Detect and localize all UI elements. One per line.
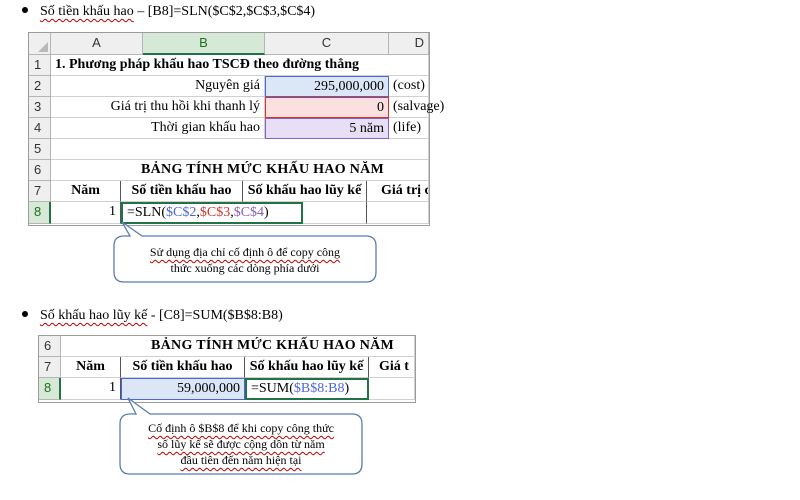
bullet-1-underlined-text: Số tiền khấu hao (40, 4, 134, 19)
cell-c8-empty[interactable] (303, 202, 367, 224)
cell-b8-amount[interactable]: 59,000,000 (121, 378, 245, 400)
cell-d2-note[interactable]: (cost) (389, 76, 429, 97)
header-so-khau-hao-luy-ke[interactable]: Số khấu hao lũy kế (243, 181, 367, 202)
cell-a8-year[interactable]: 1 (61, 378, 121, 400)
column-header-a[interactable]: A (51, 33, 143, 55)
callout-1-line-1: Sử dụng địa chỉ cố định ô để copy công (149, 245, 341, 259)
row-header-8[interactable]: 8 (29, 202, 51, 224)
header-so-khau-hao-luy-ke[interactable]: Số khấu hao lũy kế (245, 357, 369, 378)
row-header-7[interactable]: 7 (39, 357, 61, 378)
cell-b4-label[interactable]: Thời gian khấu hao (51, 118, 265, 139)
select-all-corner[interactable] (29, 33, 51, 55)
callout-1: Sử dụng địa chỉ cố định ô để copy công t… (110, 221, 380, 284)
cell-b3-label[interactable]: Giá trị thu hồi khi thanh lý (51, 97, 265, 118)
formula-prefix: =SUM( (251, 381, 294, 396)
header-nam[interactable]: Năm (61, 357, 121, 378)
cell-c2-cost[interactable]: 295,000,000 (265, 76, 389, 97)
row-header-6[interactable]: 6 (29, 160, 51, 181)
row-header-7[interactable]: 7 (29, 181, 51, 202)
row-header-2[interactable]: 2 (29, 76, 51, 97)
bullet-dot-icon (22, 6, 28, 13)
spreadsheet-2: 6 7 8 BẢNG TÍNH MỨC KHẤU HAO NĂM Năm Số … (38, 335, 416, 403)
bullet-line-1: Số tiền khấu hao – [B8]=SLN($C$2,$C$3,$C… (22, 4, 315, 20)
cell-d8-empty[interactable] (367, 202, 429, 224)
header-so-tien-khau-hao[interactable]: Số tiền khấu hao (121, 181, 243, 202)
header-gia-tri[interactable]: Giá t (369, 357, 415, 378)
formula-ref-range: $B$8:B8 (293, 381, 345, 396)
spreadsheet-1: A B C D 1 2 3 4 5 6 7 8 1. Phương pháp k… (28, 32, 444, 226)
row-header-4[interactable]: 4 (29, 118, 51, 139)
formula-suffix: ) (344, 381, 350, 396)
cell-c3-salvage[interactable]: 0 (265, 97, 389, 118)
callout-2-line-2: số lũy kế sẽ được cộng dồn từ năm (157, 437, 325, 451)
cell-a1-title[interactable]: 1. Phương pháp khấu hao TSCĐ theo đường … (51, 55, 429, 76)
column-header-c[interactable]: C (265, 33, 389, 55)
cell-row6-title[interactable]: BẢNG TÍNH MỨC KHẤU HAO NĂM (51, 160, 429, 181)
cell-a8-year[interactable]: 1 (51, 202, 121, 224)
bullet-dot-icon (22, 310, 28, 317)
cell-b2-label[interactable]: Nguyên giá (51, 76, 265, 97)
callout-2-line-3: đầu tiên đến năm hiện tại (180, 453, 302, 467)
formula-prefix: =SLN( (127, 205, 167, 220)
formula-ref-life: $C$4 (233, 205, 265, 220)
column-header-b[interactable]: B (143, 33, 265, 55)
cell-d8-empty[interactable] (369, 378, 415, 400)
header-so-tien-khau-hao[interactable]: Số tiền khấu hao (121, 357, 245, 378)
cell-d4-note[interactable]: (life) (389, 118, 429, 139)
bullet-2-underlined-text: Số khấu hao lũy kế (40, 308, 148, 323)
row-header-3[interactable]: 3 (29, 97, 51, 118)
cell-c4-life[interactable]: 5 năm (265, 118, 389, 139)
callout-1-line-2: thức xuống các dòng phía dưới (170, 261, 320, 275)
callout-2-line-1: Cố định ô $B$8 để khi copy công thức (148, 421, 334, 435)
column-header-d[interactable]: D (389, 33, 429, 55)
row-header-5[interactable]: 5 (29, 139, 51, 160)
cell-c8-formula[interactable]: =SUM($B$8:B8) (245, 378, 369, 400)
formula-suffix: ) (264, 205, 269, 220)
cell-row6-title[interactable]: BẢNG TÍNH MỨC KHẤU HAO NĂM (61, 336, 415, 357)
bullet-2-formula-text: - [C8]=SUM($B$8:B8) (147, 308, 283, 323)
header-nam[interactable]: Năm (51, 181, 121, 202)
row-header-6[interactable]: 6 (39, 336, 61, 357)
header-gia-tri[interactable]: Giá trị c (367, 181, 429, 202)
cell-d3-note[interactable]: (salvage) (389, 97, 444, 118)
formula-ref-cost: $C$2 (166, 205, 197, 220)
cell-row5-empty[interactable] (51, 139, 429, 160)
formula-ref-salvage: $C$3 (199, 205, 231, 220)
row-header-1[interactable]: 1 (29, 55, 51, 76)
callout-2: Cố định ô $B$8 để khi copy công thức số … (116, 397, 366, 476)
row-header-8[interactable]: 8 (39, 378, 61, 400)
bullet-line-2: Số khấu hao lũy kế - [C8]=SUM($B$8:B8) (22, 308, 283, 324)
cell-b8-formula[interactable]: =SLN($C$2,$C$3,$C$4) (121, 202, 303, 224)
select-all-triangle-icon (38, 42, 48, 52)
bullet-1-formula-text: – [B8]=SLN($C$2,$C$3,$C$4) (133, 4, 316, 19)
